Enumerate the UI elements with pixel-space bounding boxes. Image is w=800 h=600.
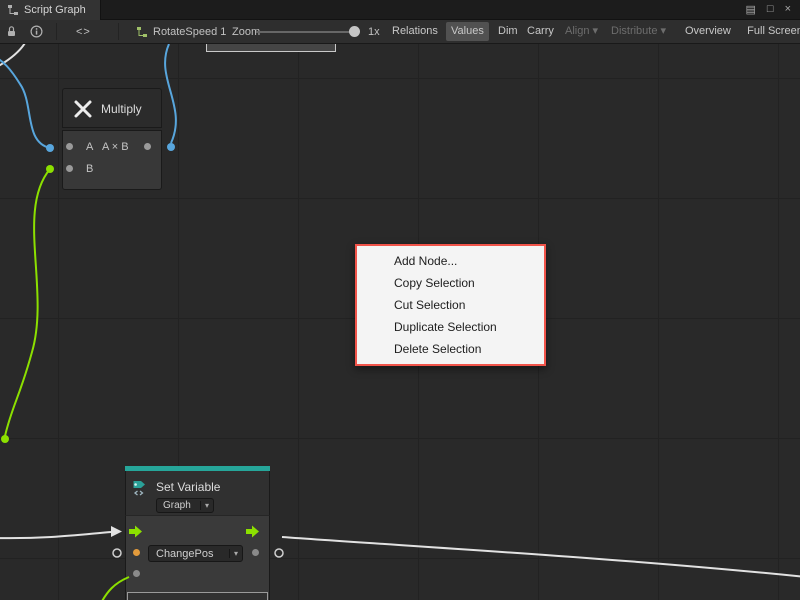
port-b-label: B (86, 163, 93, 175)
zoom-value: 1x (368, 20, 380, 43)
wire-endpoint-green[interactable] (46, 165, 54, 173)
wire-endpoint-blue[interactable] (167, 143, 175, 151)
toolbar-separator (118, 23, 119, 40)
variable-scope-dropdown[interactable]: Graph ▾ (156, 498, 214, 513)
extra-input-port[interactable] (133, 570, 140, 577)
menu-item-delete-selection[interactable]: Delete Selection (357, 338, 544, 360)
distribute-dropdown[interactable]: Distribute ▾ (606, 22, 671, 41)
set-variable-icon (132, 479, 150, 497)
tab-script-graph[interactable]: Script Graph (0, 0, 101, 20)
menu-item-copy-selection[interactable]: Copy Selection (357, 272, 544, 294)
menu-item-duplicate-selection[interactable]: Duplicate Selection (357, 316, 544, 338)
external-port-circle[interactable] (275, 549, 283, 557)
set-variable-title: Set Variable (156, 480, 220, 494)
offscreen-node-fragment (206, 44, 336, 52)
variable-output[interactable] (252, 549, 259, 556)
port-out-output[interactable] (144, 143, 151, 150)
flow-arrowhead (111, 526, 122, 537)
tab-title: Script Graph (24, 4, 86, 16)
wire-endpoint-blue[interactable] (46, 144, 54, 152)
toolbar-separator (56, 23, 57, 40)
wire-green-port-b (5, 169, 50, 436)
set-variable-node[interactable]: Set Variable Graph ▾ ChangePos ▾ (125, 466, 270, 600)
graph-toolbar: <> RotateSpeed 1 Zoom 1x Relations Value… (0, 20, 800, 44)
menu-item-cut-selection[interactable]: Cut Selection (357, 294, 544, 316)
variable-value-input[interactable] (133, 549, 140, 556)
wire-endpoint-green[interactable] (1, 435, 9, 443)
script-graph-icon (7, 4, 19, 16)
port-out-label: A × B (102, 141, 129, 153)
chevron-down-icon: ▾ (200, 501, 213, 510)
close-icon[interactable]: × (785, 3, 791, 16)
port-b-input[interactable] (66, 165, 73, 172)
window-controls: ▤ □ × (746, 3, 800, 16)
menu-item-add-node[interactable]: Add Node... (357, 250, 544, 272)
breadcrumb[interactable]: RotateSpeed 1 (136, 20, 226, 43)
multiply-icon (72, 98, 94, 120)
carry-button[interactable]: Carry (522, 22, 559, 41)
window-tab-bar: Script Graph ▤ □ × (0, 0, 800, 20)
variable-name-value: ChangePos (156, 548, 214, 560)
fullscreen-button[interactable]: Full Screen (740, 22, 800, 41)
chevron-down-icon: ▾ (229, 549, 242, 558)
dim-button[interactable]: Dim (493, 22, 523, 41)
multiply-node[interactable]: Multiply A A × B B (62, 88, 162, 190)
relations-button[interactable]: Relations (387, 22, 443, 41)
multiply-node-body (62, 130, 162, 190)
overview-button[interactable]: Overview (680, 22, 736, 41)
code-view-icon[interactable]: <> (76, 20, 91, 43)
wire-blue-top (165, 44, 176, 143)
wire-white-topleft (0, 44, 25, 68)
lock-icon[interactable] (6, 20, 17, 43)
graph-asset-icon (136, 26, 148, 38)
info-icon[interactable] (30, 20, 43, 43)
port-a-label: A (86, 141, 93, 153)
zoom-slider[interactable] (256, 31, 359, 33)
port-a-input[interactable] (66, 143, 73, 150)
multiply-node-title: Multiply (101, 89, 142, 129)
wire-blue-port-a (0, 56, 50, 148)
external-port-circle[interactable] (113, 549, 121, 557)
layout-icon[interactable]: ▤ (746, 3, 756, 16)
variable-scope-value: Graph (163, 500, 191, 511)
wire-white-flow-in (0, 532, 111, 538)
canvas-context-menu: Add Node... Copy Selection Cut Selection… (355, 244, 546, 366)
variable-name-dropdown[interactable]: ChangePos ▾ (148, 545, 243, 562)
zoom-slider-handle[interactable] (349, 26, 360, 37)
wire-white-flow-out (282, 537, 800, 577)
multiply-node-header: Multiply (62, 88, 162, 128)
align-dropdown[interactable]: Align ▾ (560, 22, 603, 41)
set-variable-header: Set Variable Graph ▾ (125, 471, 270, 515)
values-button[interactable]: Values (446, 22, 489, 41)
maximize-icon[interactable]: □ (767, 3, 774, 16)
breadcrumb-label: RotateSpeed 1 (153, 26, 226, 38)
node-footer-panel (127, 592, 268, 600)
